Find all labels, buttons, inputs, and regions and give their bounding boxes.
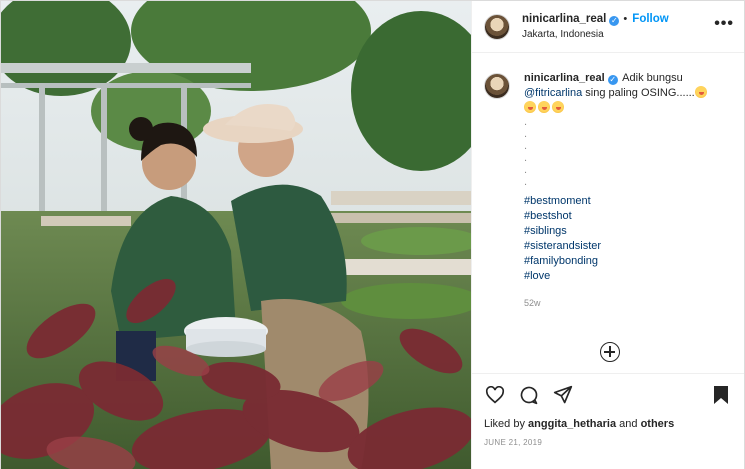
verified-badge-icon: ✓ bbox=[607, 75, 618, 85]
dot-line: . bbox=[524, 140, 528, 152]
emoji-icon bbox=[694, 86, 707, 98]
caption-text-part2: sing paling OSING...... bbox=[585, 87, 695, 99]
post-photo[interactable] bbox=[1, 1, 471, 469]
hashtag-link[interactable]: #siblings bbox=[524, 224, 709, 239]
comment-icon[interactable] bbox=[518, 384, 540, 406]
hashtag-link[interactable]: #love bbox=[524, 269, 709, 284]
caption-dots: . . . . . . bbox=[524, 116, 709, 188]
post-side-panel: ninicarlina_real ✓ • Follow Jakarta, Indon… bbox=[471, 1, 744, 469]
emoji-icon bbox=[552, 101, 564, 113]
caption-body: ninicarlina_real ✓ Adik bungsu @fitricarl… bbox=[524, 71, 709, 311]
dot-line: . bbox=[524, 128, 528, 140]
verified-badge-icon: ✓ bbox=[609, 15, 620, 26]
heart-icon[interactable] bbox=[484, 384, 506, 406]
post-header-text: ninicarlina_real ✓ • Follow Jakarta, Indon… bbox=[522, 12, 669, 42]
hashtag-link[interactable]: #familybonding bbox=[524, 254, 709, 269]
liked-by-and: and bbox=[619, 418, 638, 430]
avatar[interactable] bbox=[484, 13, 510, 40]
hashtag-link[interactable]: #bestmoment bbox=[524, 194, 709, 209]
dot-line: . bbox=[524, 164, 528, 176]
emoji-icon bbox=[538, 101, 550, 113]
caption-avatar[interactable] bbox=[484, 73, 510, 99]
caption: ninicarlina_real ✓ Adik bungsu @fitricarl… bbox=[472, 53, 744, 311]
hashtag-link[interactable]: #sisterandsister bbox=[524, 239, 709, 254]
post-actions: Liked by anggita_hetharia and others JUN… bbox=[472, 373, 744, 469]
action-icons bbox=[484, 384, 732, 406]
emoji-icon bbox=[524, 101, 536, 113]
more-horizontal-icon[interactable]: ••• bbox=[714, 15, 734, 33]
dot-line: . bbox=[524, 152, 528, 164]
share-icon[interactable] bbox=[552, 384, 574, 406]
username-link[interactable]: ninicarlina_real bbox=[522, 13, 606, 25]
load-more-comments-icon[interactable] bbox=[600, 342, 620, 362]
dot-line: . bbox=[524, 176, 528, 188]
dot-line: . bbox=[524, 116, 528, 128]
liked-by-prefix: Liked by bbox=[484, 418, 525, 430]
instagram-post: ninicarlina_real ✓ • Follow Jakarta, Indon… bbox=[0, 0, 745, 469]
mention-link[interactable]: @fitricarlina bbox=[524, 87, 582, 99]
location-link[interactable]: Jakarta, Indonesia bbox=[522, 28, 669, 42]
garden-photo bbox=[1, 1, 471, 469]
separator: • bbox=[623, 12, 628, 25]
bookmark-icon[interactable] bbox=[710, 384, 732, 406]
likes-summary: Liked by anggita_hetharia and others bbox=[484, 418, 732, 430]
hashtag-list: #bestmoment #bestshot #siblings #sistera… bbox=[524, 194, 709, 284]
liked-by-user-link[interactable]: anggita_hetharia bbox=[528, 418, 616, 430]
liked-by-others-link[interactable]: others bbox=[641, 418, 675, 430]
post-header: ninicarlina_real ✓ • Follow Jakarta, Indon… bbox=[472, 1, 744, 53]
follow-button[interactable]: Follow bbox=[632, 13, 668, 25]
caption-username[interactable]: ninicarlina_real bbox=[524, 72, 605, 84]
post-date[interactable]: JUNE 21, 2019 bbox=[484, 438, 732, 447]
post-age: 52w bbox=[524, 298, 541, 308]
hashtag-link[interactable]: #bestshot bbox=[524, 209, 709, 224]
caption-text-part1: Adik bungsu bbox=[622, 72, 683, 84]
